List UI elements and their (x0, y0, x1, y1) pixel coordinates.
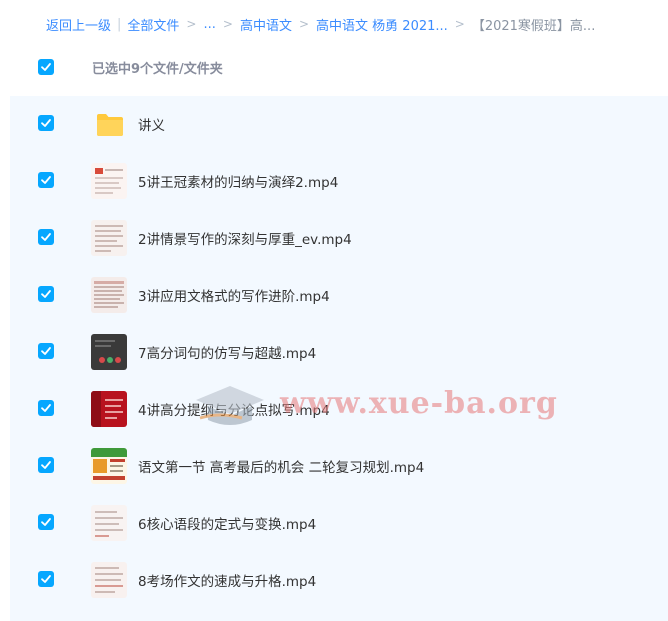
file-list: 讲义 5讲王冠素材的归纳与演绎2.mp4 2讲情景写作的深刻与厚重_ev.mp4 (10, 96, 668, 621)
row-checkbox[interactable] (38, 457, 54, 473)
video-thumbnail-icon (91, 334, 127, 370)
list-item[interactable]: 6核心语段的定式与变换.mp4 (10, 495, 668, 552)
checkmark-icon (41, 63, 51, 71)
video-thumbnail-icon (91, 391, 127, 427)
checkmark-icon (41, 347, 51, 355)
row-checkbox[interactable] (38, 172, 54, 188)
list-item[interactable]: 5讲王冠素材的归纳与演绎2.mp4 (10, 153, 668, 210)
breadcrumb-level1-link[interactable]: 高中语文 (240, 15, 292, 34)
checkmark-icon (41, 461, 51, 469)
checkmark-icon (41, 404, 51, 412)
checkmark-icon (41, 575, 51, 583)
video-thumbnail-icon (91, 448, 127, 484)
file-name[interactable]: 语文第一节 高考最后的机会 二轮复习规划.mp4 (138, 456, 424, 476)
file-name[interactable]: 4讲高分提纲与分论点拟写.mp4 (138, 399, 330, 419)
row-checkbox[interactable] (38, 115, 54, 131)
file-name[interactable]: 2讲情景写作的深刻与厚重_ev.mp4 (138, 228, 352, 248)
breadcrumb-ellipsis[interactable]: ... (203, 17, 215, 32)
row-checkbox[interactable] (38, 229, 54, 245)
file-name[interactable]: 3讲应用文格式的写作进阶.mp4 (138, 285, 330, 305)
video-thumbnail-icon (91, 505, 127, 541)
selection-header: 已选中9个文件/文件夹 (38, 55, 638, 79)
file-name[interactable]: 5讲王冠素材的归纳与演绎2.mp4 (138, 171, 338, 191)
list-item[interactable]: 3讲应用文格式的写作进阶.mp4 (10, 267, 668, 324)
selection-summary: 已选中9个文件/文件夹 (92, 61, 223, 77)
all-files-link[interactable]: 全部文件 (127, 15, 179, 34)
list-item[interactable]: 8考场作文的速成与升格.mp4 (10, 552, 668, 609)
video-thumbnail-icon (91, 220, 127, 256)
file-name[interactable]: 8考场作文的速成与升格.mp4 (138, 570, 316, 590)
row-checkbox[interactable] (38, 286, 54, 302)
checkmark-icon (41, 233, 51, 241)
chevron-right-icon: > (222, 17, 233, 31)
chevron-right-icon: > (298, 17, 310, 31)
checkmark-icon (41, 518, 51, 526)
checkmark-icon (41, 119, 51, 127)
video-thumbnail-icon (91, 163, 127, 199)
list-item[interactable]: 语文第一节 高考最后的机会 二轮复习规划.mp4 (10, 438, 668, 495)
list-item[interactable]: 讲义 (10, 96, 668, 153)
file-name[interactable]: 讲义 (138, 114, 165, 134)
folder-icon (97, 114, 123, 136)
row-checkbox[interactable] (38, 343, 54, 359)
file-name[interactable]: 7高分词句的仿写与超越.mp4 (138, 342, 316, 362)
breadcrumb-divider: | (117, 16, 122, 32)
file-name[interactable]: 6核心语段的定式与变换.mp4 (138, 513, 316, 533)
breadcrumb: 返回上一级 | 全部文件 > ... > 高中语文 > 高中语文 杨勇 2021… (46, 14, 656, 34)
video-thumbnail-icon (91, 562, 127, 598)
video-thumbnail-icon (91, 277, 127, 313)
chevron-right-icon: > (454, 17, 465, 31)
list-item[interactable]: 4讲高分提纲与分论点拟写.mp4 (10, 381, 668, 438)
row-checkbox[interactable] (38, 514, 54, 530)
row-checkbox[interactable] (38, 571, 54, 587)
list-item[interactable]: 2讲情景写作的深刻与厚重_ev.mp4 (10, 210, 668, 267)
chevron-right-icon: > (186, 17, 197, 31)
checkmark-icon (41, 290, 51, 298)
breadcrumb-level2-link[interactable]: 高中语文 杨勇 2021... (316, 15, 448, 34)
list-item[interactable]: 7高分词句的仿写与超越.mp4 (10, 324, 668, 381)
row-checkbox[interactable] (38, 400, 54, 416)
back-link[interactable]: 返回上一级 (46, 15, 111, 34)
checkmark-icon (41, 176, 51, 184)
select-all-checkbox[interactable] (38, 59, 54, 75)
breadcrumb-current: 【2021寒假班】高... (471, 18, 596, 34)
